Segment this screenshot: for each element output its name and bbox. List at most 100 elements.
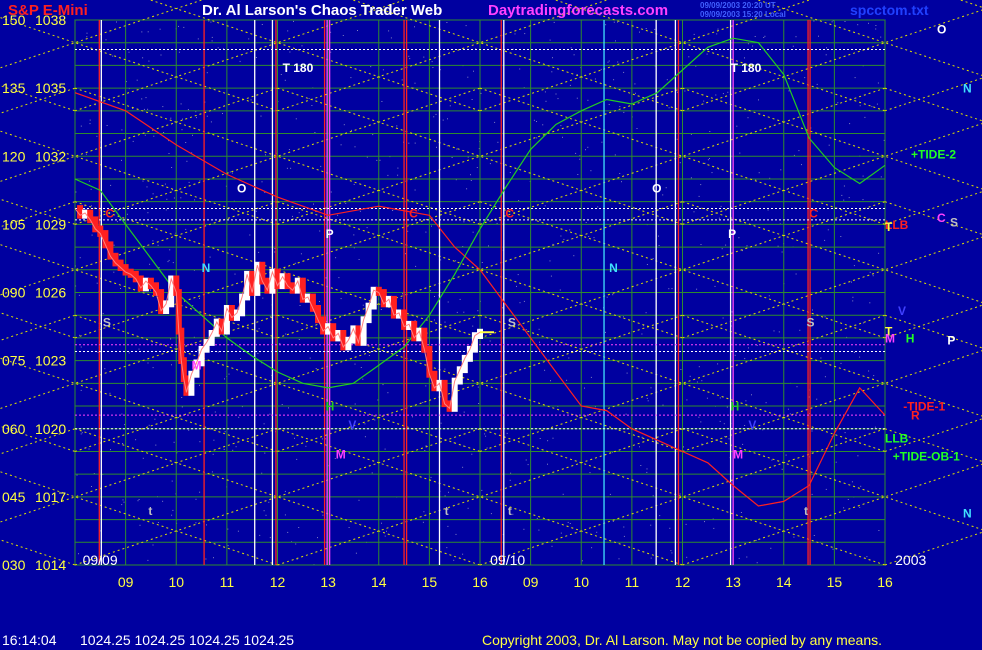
star-dot xyxy=(688,56,690,58)
star-dot xyxy=(550,380,551,382)
star-dot xyxy=(88,180,90,182)
star-dot xyxy=(824,376,826,378)
x-hour-tick-label: 14 xyxy=(371,574,387,590)
star-dot xyxy=(859,506,861,508)
star-dot xyxy=(463,411,465,413)
star-dot xyxy=(91,234,93,236)
star-dot xyxy=(104,368,106,370)
star-dot xyxy=(353,183,355,185)
star-dot xyxy=(222,113,223,114)
star-dot xyxy=(552,57,553,59)
star-dot xyxy=(680,369,682,370)
website-link[interactable]: Daytradingforecasts.com xyxy=(488,3,668,18)
star-dot xyxy=(214,411,216,413)
star-dot xyxy=(155,444,157,446)
star-dot xyxy=(719,420,721,422)
annotation-letter: T 180 xyxy=(731,61,762,75)
star-dot xyxy=(348,527,350,528)
star-dot xyxy=(75,191,77,193)
star-dot xyxy=(824,239,826,241)
annotation-letter: C xyxy=(409,207,418,221)
star-dot xyxy=(78,294,80,296)
date-label: 09/09 xyxy=(83,552,118,568)
star-dot xyxy=(453,559,455,561)
star-dot xyxy=(792,45,794,47)
star-dot xyxy=(330,51,332,53)
star-dot xyxy=(573,255,575,257)
star-dot xyxy=(860,485,862,487)
star-dot xyxy=(456,311,458,313)
annotation-letter: H xyxy=(326,400,335,414)
star-dot xyxy=(575,152,577,154)
star-dot xyxy=(825,488,827,490)
star-dot xyxy=(781,468,783,470)
star-dot xyxy=(744,425,746,426)
star-dot xyxy=(376,159,378,161)
star-dot xyxy=(696,288,698,290)
star-dot xyxy=(550,275,552,277)
star-dot xyxy=(591,547,593,549)
timestamp-ut: 09/09/2003 20:20 UT xyxy=(700,1,776,10)
star-dot xyxy=(666,79,668,81)
star-dot xyxy=(723,423,725,425)
x-hour-tick-label: 10 xyxy=(573,574,589,590)
annotation-letter: C xyxy=(809,207,818,221)
star-dot xyxy=(274,248,276,249)
star-dot xyxy=(763,37,765,38)
price-tick-label: 1026 xyxy=(35,285,66,301)
star-dot xyxy=(679,162,681,164)
star-dot xyxy=(477,310,479,312)
star-dot xyxy=(206,115,208,117)
star-dot xyxy=(121,504,123,506)
star-dot xyxy=(260,115,262,117)
star-dot xyxy=(224,431,226,433)
x-hour-tick-label: 13 xyxy=(320,574,336,590)
left-scale-tick-label: 120 xyxy=(2,148,26,164)
star-dot xyxy=(422,521,424,523)
star-dot xyxy=(593,237,595,239)
star-dot xyxy=(634,83,636,85)
star-dot xyxy=(701,380,703,382)
star-dot xyxy=(335,257,337,259)
star-dot xyxy=(354,146,356,148)
star-dot xyxy=(105,39,107,41)
chart-plot: T 180 T 180O OC C C CP PN NS S SMH HV VM Mt t t t ON+TI… xyxy=(0,0,982,650)
star-dot xyxy=(536,517,538,519)
star-dot xyxy=(811,493,813,495)
left-scale-tick-label: 090 xyxy=(2,285,26,301)
star-dot xyxy=(788,90,790,92)
star-dot xyxy=(110,184,112,186)
star-dot xyxy=(590,376,592,378)
star-dot xyxy=(731,311,733,313)
star-dot xyxy=(489,340,491,342)
star-dot xyxy=(296,458,298,460)
star-dot xyxy=(862,199,864,201)
star-dot xyxy=(843,185,845,187)
star-dot xyxy=(746,245,748,247)
star-dot xyxy=(720,205,722,207)
left-scale-tick-label: 075 xyxy=(2,353,26,369)
star-dot xyxy=(313,203,314,205)
star-dot xyxy=(671,552,673,554)
star-dot xyxy=(746,556,748,558)
star-dot xyxy=(381,522,382,524)
star-dot xyxy=(354,363,356,365)
star-dot xyxy=(686,556,688,558)
star-dot xyxy=(408,142,410,144)
star-dot xyxy=(557,98,559,100)
star-dot xyxy=(587,146,589,148)
star-dot xyxy=(147,31,149,33)
annotation-letter: t xyxy=(148,504,152,518)
x-hour-tick-label: 13 xyxy=(725,574,741,590)
star-dot xyxy=(877,82,879,84)
star-dot xyxy=(169,249,171,251)
star-dot xyxy=(412,416,413,418)
star-dot xyxy=(187,109,189,111)
star-dot xyxy=(240,358,241,359)
star-dot xyxy=(343,124,345,126)
star-dot xyxy=(668,107,670,109)
star-dot xyxy=(647,400,649,402)
star-dot xyxy=(816,398,818,400)
star-dot xyxy=(780,169,782,171)
star-dot xyxy=(295,262,297,264)
